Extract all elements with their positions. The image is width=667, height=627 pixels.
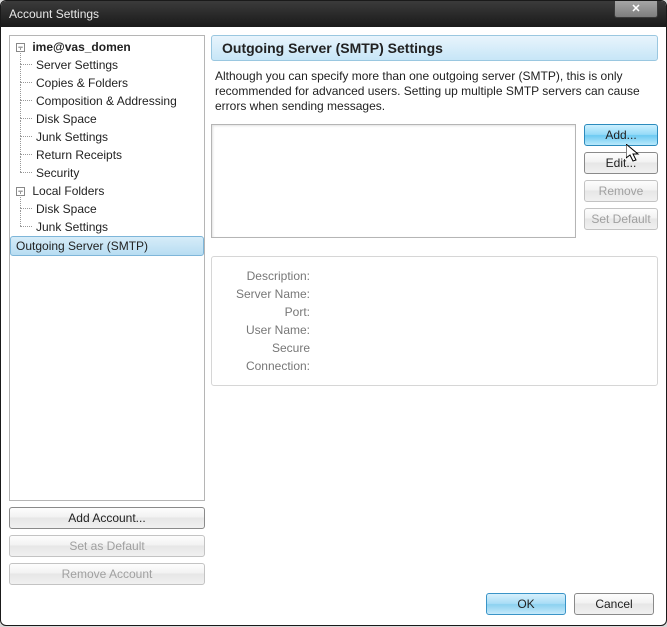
- smtp-list-area: Add... Edit... Remove Set Default: [211, 124, 658, 238]
- tree-label: Server Settings: [36, 58, 118, 72]
- detail-label: Secure Connection:: [222, 339, 310, 375]
- sidebar-buttons: Add Account... Set as Default Remove Acc…: [9, 507, 205, 585]
- titlebar[interactable]: Account Settings ✕: [1, 1, 666, 27]
- page-description: Although you can specify more than one o…: [211, 61, 658, 124]
- detail-secure: Secure Connection:: [222, 339, 647, 375]
- tree-account-root[interactable]: − ime@vas_domen: [10, 38, 204, 56]
- cancel-button[interactable]: Cancel: [574, 593, 654, 615]
- tree-label: Security: [36, 166, 79, 180]
- edit-smtp-button[interactable]: Edit...: [584, 152, 658, 174]
- set-default-button: Set as Default: [9, 535, 205, 557]
- tree-local-folders[interactable]: − Local Folders: [10, 182, 204, 200]
- tree-item-security[interactable]: Security: [10, 164, 204, 182]
- tree-item-lf-junk[interactable]: Junk Settings: [10, 218, 204, 236]
- detail-description: Description:: [222, 267, 647, 285]
- add-smtp-button[interactable]: Add...: [584, 124, 658, 146]
- page-title: Outgoing Server (SMTP) Settings: [211, 35, 658, 61]
- tree-label: Outgoing Server (SMTP): [16, 239, 148, 253]
- tree-item-composition[interactable]: Composition & Addressing: [10, 92, 204, 110]
- smtp-details-box: Description: Server Name: Port: User Nam…: [211, 256, 658, 386]
- detail-user: User Name:: [222, 321, 647, 339]
- tree-item-server-settings[interactable]: Server Settings: [10, 56, 204, 74]
- tree-item-lf-disk-space[interactable]: Disk Space: [10, 200, 204, 218]
- tree-label: Disk Space: [36, 202, 97, 216]
- detail-label: Server Name:: [222, 285, 310, 303]
- account-tree[interactable]: − ime@vas_domen Server Settings Copies &…: [9, 35, 205, 501]
- tree-label: Disk Space: [36, 112, 97, 126]
- smtp-server-list[interactable]: [211, 124, 576, 238]
- detail-server: Server Name:: [222, 285, 647, 303]
- close-button[interactable]: ✕: [614, 0, 658, 18]
- tree-item-outgoing-smtp[interactable]: Outgoing Server (SMTP): [10, 236, 204, 256]
- tree-item-disk-space[interactable]: Disk Space: [10, 110, 204, 128]
- add-account-button[interactable]: Add Account...: [9, 507, 205, 529]
- tree-label: Return Receipts: [36, 148, 122, 162]
- remove-smtp-button: Remove: [584, 180, 658, 202]
- detail-label: Description:: [222, 267, 310, 285]
- set-default-smtp-button: Set Default: [584, 208, 658, 230]
- tree-label: ime@vas_domen: [32, 40, 130, 54]
- tree-label: Junk Settings: [36, 220, 108, 234]
- detail-label: User Name:: [222, 321, 310, 339]
- main-column: Outgoing Server (SMTP) Settings Although…: [211, 35, 658, 585]
- dialog-body: − ime@vas_domen Server Settings Copies &…: [1, 27, 666, 593]
- close-icon: ✕: [631, 2, 640, 15]
- tree-item-copies-folders[interactable]: Copies & Folders: [10, 74, 204, 92]
- remove-account-button: Remove Account: [9, 563, 205, 585]
- tree-label: Local Folders: [32, 184, 104, 198]
- tree-label: Composition & Addressing: [36, 94, 177, 108]
- account-settings-window: Account Settings ✕ − ime@vas_domen Serve…: [0, 0, 667, 626]
- ok-button[interactable]: OK: [486, 593, 566, 615]
- page-title-text: Outgoing Server (SMTP) Settings: [222, 40, 443, 56]
- tree-item-return-receipts[interactable]: Return Receipts: [10, 146, 204, 164]
- dialog-buttons: OK Cancel: [1, 593, 666, 625]
- smtp-list-buttons: Add... Edit... Remove Set Default: [584, 124, 658, 238]
- detail-label: Port:: [222, 303, 310, 321]
- tree-label: Copies & Folders: [36, 76, 128, 90]
- sidebar: − ime@vas_domen Server Settings Copies &…: [9, 35, 205, 585]
- window-title: Account Settings: [9, 7, 99, 21]
- detail-port: Port:: [222, 303, 647, 321]
- tree-item-junk-settings[interactable]: Junk Settings: [10, 128, 204, 146]
- tree-label: Junk Settings: [36, 130, 108, 144]
